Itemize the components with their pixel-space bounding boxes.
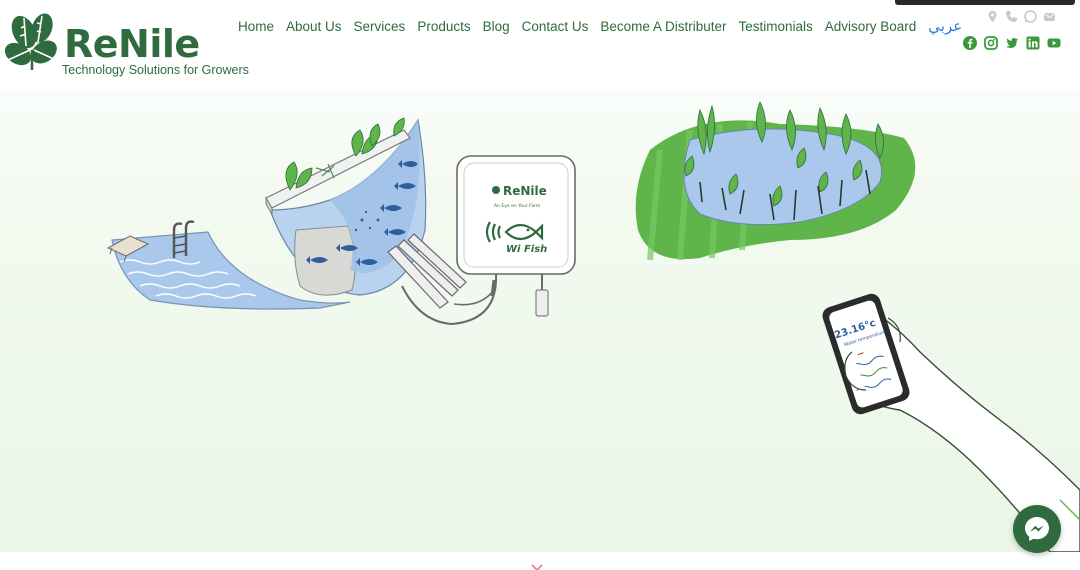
nav-about-us[interactable]: About Us <box>280 19 348 34</box>
instagram-icon[interactable] <box>984 35 998 50</box>
logo-tagline: Technology Solutions for Growers <box>62 63 249 77</box>
device-brand: ReNile <box>503 184 547 198</box>
phone-icon[interactable] <box>1005 8 1018 22</box>
leaf-logo-icon <box>4 13 57 70</box>
email-icon[interactable] <box>1043 8 1056 21</box>
messenger-chat-button[interactable] <box>1013 505 1061 553</box>
site-logo[interactable]: ReNile Technology Solutions for Growers <box>4 10 254 80</box>
site-header: ReNile Technology Solutions for Growers … <box>0 0 1080 90</box>
nav-advisory-board[interactable]: Advisory Board <box>819 19 923 34</box>
facebook-icon[interactable] <box>963 35 977 50</box>
nav-contact-us[interactable]: Contact Us <box>516 19 595 34</box>
youtube-icon[interactable] <box>1047 35 1061 49</box>
chevron-down-icon[interactable] <box>531 557 543 570</box>
hero-illustration: ReNile An Eye on Your Farm Wi Fish 23.16… <box>0 90 1080 553</box>
device-slogan: An Eye on Your Farm <box>494 203 540 209</box>
nav-home[interactable]: Home <box>232 19 280 34</box>
nav-become-distributer[interactable]: Become A Distributer <box>594 19 732 34</box>
top-dark-bar <box>895 0 1075 5</box>
language-switch[interactable]: عربي <box>922 17 968 35</box>
map-pin-icon[interactable] <box>986 8 999 22</box>
whatsapp-icon[interactable] <box>1024 8 1037 23</box>
farm-field-illustration <box>635 101 916 261</box>
linkedin-icon[interactable] <box>1026 35 1040 50</box>
social-links <box>963 35 1061 50</box>
twitter-icon[interactable] <box>1005 35 1019 49</box>
fish-tank-illustration <box>265 117 427 296</box>
hero-artwork: ReNile An Eye on Your Farm Wi Fish 23.16… <box>106 101 1080 553</box>
nav-products[interactable]: Products <box>411 19 476 34</box>
nav-services[interactable]: Services <box>348 19 412 34</box>
main-nav: Home About Us Services Products Blog Con… <box>232 16 968 36</box>
nav-testimonials[interactable]: Testimonials <box>732 19 818 34</box>
logo-wordmark: ReNile <box>64 22 200 66</box>
messenger-icon <box>1025 517 1049 541</box>
contact-icons <box>986 8 1056 23</box>
device-product: Wi Fish <box>506 244 547 255</box>
nav-blog[interactable]: Blog <box>477 19 516 34</box>
